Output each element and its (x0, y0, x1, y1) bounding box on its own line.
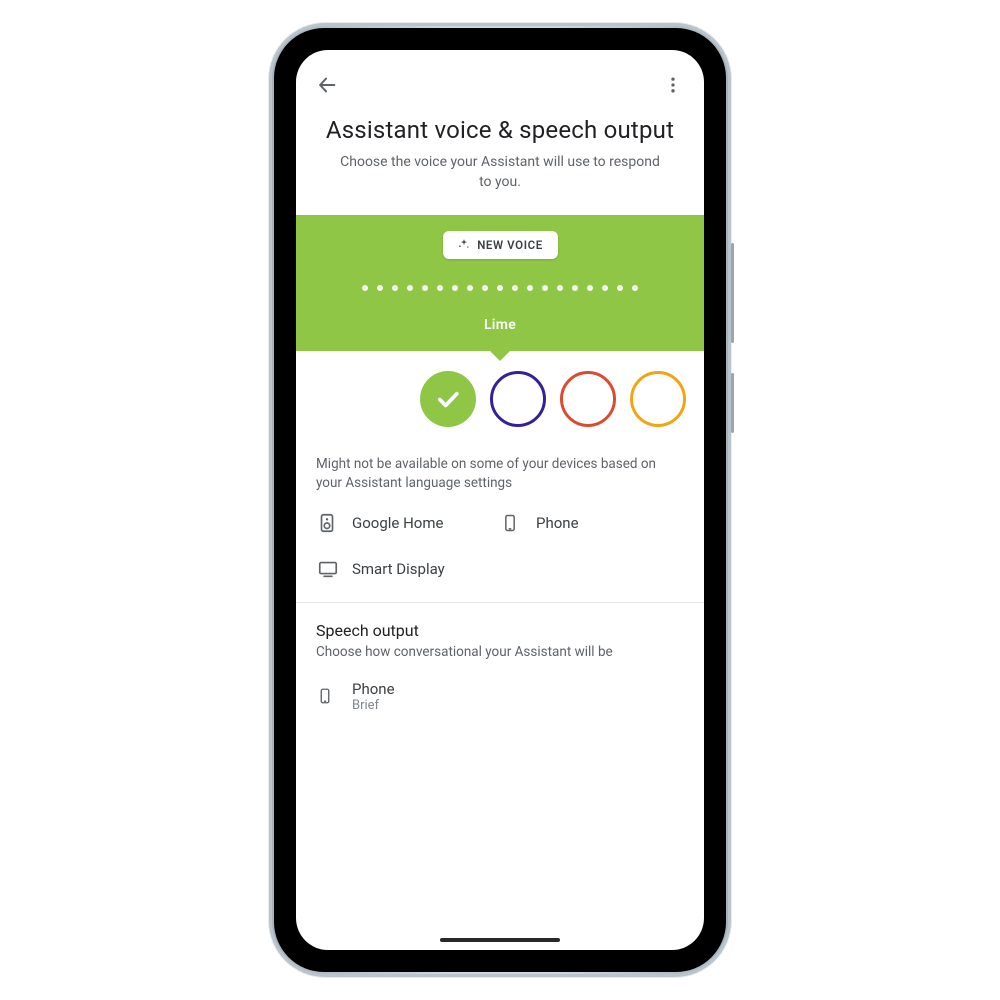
row-title: Phone (352, 680, 395, 698)
device-grid: Google Home Phone Smart Di (296, 506, 704, 600)
device-label: Phone (536, 514, 579, 532)
overflow-menu-button[interactable] (656, 68, 690, 102)
gesture-nav-pill[interactable] (440, 938, 560, 942)
speech-output-subtitle: Choose how conversational your Assistant… (296, 644, 704, 674)
selected-voice-name: Lime (296, 317, 704, 333)
new-voice-chip: NEW VOICE (443, 231, 558, 259)
phone-device-frame: Assistant voice & speech output Choose t… (269, 23, 731, 977)
availability-note: Might not be available on some of your d… (296, 427, 704, 506)
voice-swatch-amber[interactable] (630, 371, 686, 427)
device-phone: Phone (500, 512, 684, 534)
page-title: Assistant voice & speech output (318, 116, 682, 144)
speaker-icon (316, 512, 338, 534)
arrow-back-icon (316, 74, 338, 96)
app-bar (296, 50, 704, 108)
device-label: Google Home (352, 514, 443, 532)
waveform-dots (296, 285, 704, 291)
page-subtitle: Choose the voice your Assistant will use… (340, 152, 660, 193)
display-icon (316, 558, 338, 580)
new-voice-chip-label: NEW VOICE (477, 238, 543, 252)
phone-icon (316, 684, 336, 710)
device-smart-display: Smart Display (316, 558, 500, 580)
screen: Assistant voice & speech output Choose t… (296, 50, 704, 950)
voice-swatch-red[interactable] (560, 371, 616, 427)
device-google-home: Google Home (316, 512, 500, 534)
phone-icon (500, 512, 522, 534)
voice-swatch-lime[interactable] (420, 371, 476, 427)
speech-output-phone-row[interactable]: Phone Brief (296, 674, 704, 730)
voice-swatch-indigo[interactable] (490, 371, 546, 427)
sparkle-icon (457, 238, 471, 252)
speech-output-title: Speech output (296, 603, 704, 644)
back-button[interactable] (310, 68, 344, 102)
more-vert-icon (663, 75, 683, 95)
voice-preview-panel[interactable]: NEW VOICE Lime (296, 215, 704, 351)
check-icon (434, 385, 462, 413)
voice-swatch-row[interactable] (347, 351, 704, 427)
row-subtitle: Brief (352, 698, 395, 714)
device-label: Smart Display (352, 560, 445, 578)
